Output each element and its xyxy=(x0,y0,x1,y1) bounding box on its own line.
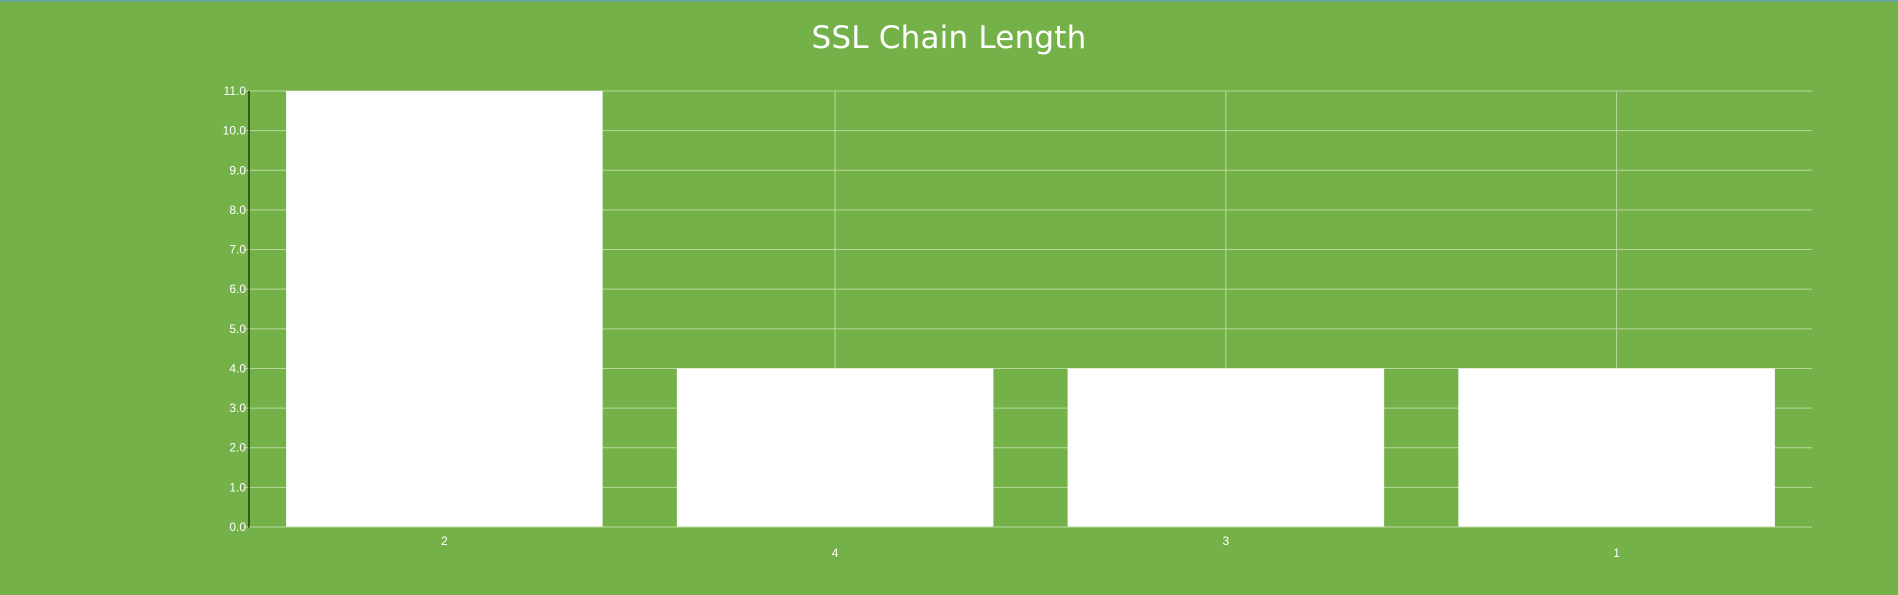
bar-3 xyxy=(1067,368,1385,527)
y-tick-label: 7.0 xyxy=(229,243,246,257)
y-tick-label: 2.0 xyxy=(229,441,246,455)
bar-2 xyxy=(286,91,603,527)
y-tick-label: 8.0 xyxy=(229,203,246,217)
x-tick-label: 1 xyxy=(1613,546,1620,560)
bar-chart: 0.0 1.0 2.0 3.0 4.0 5.0 6.0 7.0 8.0 9.0 10.0 11.0 2 4… xyxy=(223,84,1812,560)
y-tick-label: 0.0 xyxy=(229,520,246,534)
bar-4 xyxy=(676,368,994,527)
x-tick-label: 2 xyxy=(441,534,448,548)
x-tick-label: 4 xyxy=(832,546,839,560)
x-tick-label: 3 xyxy=(1223,534,1230,548)
y-tick-label: 9.0 xyxy=(229,163,246,177)
y-tick-label: 1.0 xyxy=(229,480,246,494)
y-tick-label: 4.0 xyxy=(229,361,246,375)
y-tick-label: 11.0 xyxy=(224,84,247,98)
y-tick-label: 3.0 xyxy=(229,401,246,415)
y-tick-label: 5.0 xyxy=(229,322,246,336)
y-tick-label: 10.0 xyxy=(223,124,247,138)
bar-1 xyxy=(1458,368,1775,527)
y-tick-label: 6.0 xyxy=(229,282,246,296)
